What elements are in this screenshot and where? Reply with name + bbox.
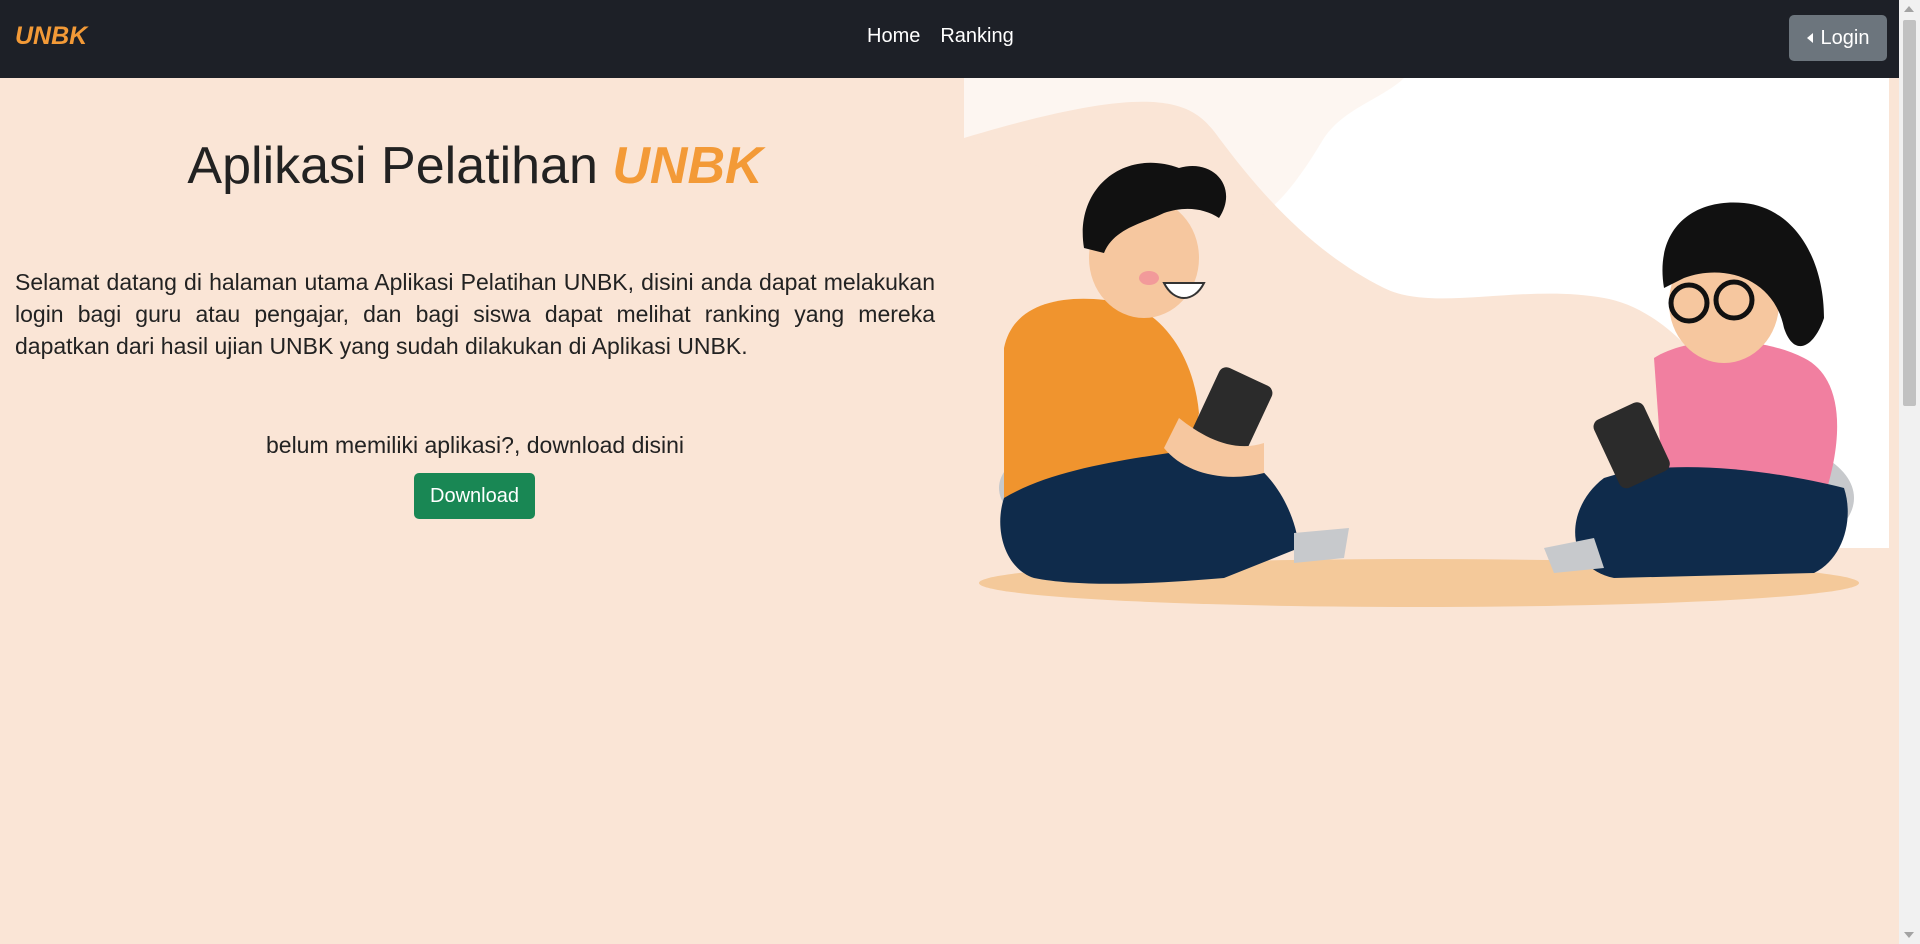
nav-link-ranking[interactable]: Ranking <box>940 25 1013 48</box>
welcome-description: Selamat datang di halaman utama Aplikasi… <box>15 269 935 359</box>
nav-links: Home Ranking <box>867 25 1014 48</box>
download-prompt: belum memiliki aplikasi?, download disin… <box>265 432 685 458</box>
page-title-prefix: Aplikasi Pelatihan <box>187 137 598 195</box>
girl-shoe <box>1544 538 1604 573</box>
girl-legs <box>1575 467 1848 578</box>
page-title-accent: UNBK <box>612 137 763 195</box>
page-title: Aplikasi Pelatihan UNBK <box>0 136 950 196</box>
scroll-up-icon[interactable] <box>1904 6 1914 12</box>
nav-link-home[interactable]: Home <box>867 25 920 48</box>
caret-left-icon <box>1806 33 1813 43</box>
scroll-down-icon[interactable] <box>1904 932 1914 938</box>
boy-shoe <box>1294 528 1349 563</box>
download-button[interactable]: Download <box>414 473 535 519</box>
scrollbar-thumb[interactable] <box>1903 20 1916 406</box>
page-scrollbar[interactable] <box>1899 0 1920 944</box>
top-navbar: UNBK Home Ranking Login <box>0 0 1899 78</box>
brand-logo-link[interactable]: UNBK <box>15 22 87 51</box>
login-button-label: Login <box>1820 26 1870 49</box>
login-button[interactable]: Login <box>1789 15 1887 61</box>
hero-illustration <box>964 78 1889 607</box>
boy-blush <box>1139 271 1159 285</box>
